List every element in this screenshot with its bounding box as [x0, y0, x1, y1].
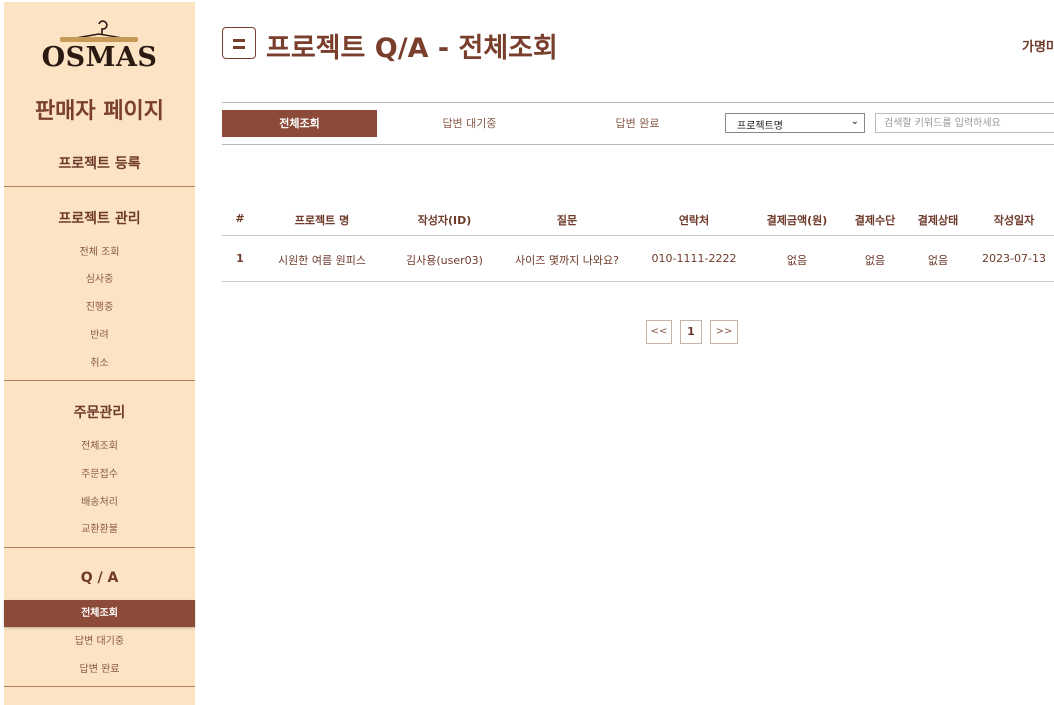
sidebar-item-project-all[interactable]: 전체 조회 [4, 239, 195, 266]
cell-author: 김사용(user03) [406, 254, 483, 267]
divider [222, 281, 1054, 282]
column-header: 연락처 [678, 214, 710, 227]
search-type-value: 프로젝트명 [737, 121, 783, 132]
column-header: 결제상태 [917, 214, 959, 227]
cell-question[interactable]: 사이즈 몇까지 나와요? [502, 252, 632, 268]
menu-icon [233, 39, 245, 42]
sidebar-item-order-received[interactable]: 주문접수 [4, 461, 195, 488]
pagination-page-button[interactable]: 1 [680, 320, 702, 344]
cell-project-name[interactable]: 시원한 여름 원피스 [262, 252, 382, 268]
menu-icon [233, 46, 245, 49]
column-header: 결제금액(원) [766, 214, 828, 227]
sidebar-order-mgmt-heading: 주문관리 [73, 405, 126, 421]
divider [222, 144, 1054, 145]
divider [4, 380, 195, 381]
search-input[interactable] [875, 113, 1054, 133]
cell-payment-status: 없음 [927, 254, 949, 267]
column-header: 질문 [556, 214, 578, 227]
divider [4, 186, 195, 187]
column-header: 결제수단 [854, 214, 896, 227]
sidebar: OSMAS 판매자 페이지 프로젝트 등록 프로젝트 관리 전체 조회 심사중 … [4, 2, 195, 705]
sidebar-item-qa-done[interactable]: 답변 완료 [4, 656, 195, 683]
cell-contact: 010-1111-2222 [651, 252, 737, 265]
cell-date: 2023-07-13 [982, 252, 1046, 265]
column-header: # [235, 212, 245, 225]
divider [4, 547, 195, 548]
column-header: 프로젝트 명 [294, 214, 350, 227]
cell-amount: 없음 [786, 254, 808, 267]
sidebar-item-order-all[interactable]: 전체조회 [4, 433, 195, 460]
divider [222, 102, 1054, 103]
sidebar-item-order-shipping[interactable]: 배송처리 [4, 489, 195, 516]
search-type-select[interactable]: 프로젝트명 ⌄ [725, 113, 865, 133]
logo-text: OSMAS [41, 42, 158, 73]
pagination-prev-button[interactable]: << [646, 320, 672, 344]
column-header: 작성일자 [993, 214, 1035, 227]
logo[interactable]: OSMAS [4, 20, 195, 78]
divider [4, 686, 195, 687]
chevron-down-icon: ⌄ [850, 116, 859, 127]
sidebar-item-qa-waiting[interactable]: 답변 대기중 [4, 628, 195, 655]
pagination-next-button[interactable]: >> [710, 320, 738, 344]
brand-title: 판매자 페이지 [34, 99, 165, 124]
sidebar-register-link[interactable]: 프로젝트 등록 [4, 153, 195, 173]
sidebar-item-qa-all[interactable]: 전체조회 [4, 600, 195, 627]
tab-waiting[interactable]: 답변 대기중 [392, 110, 547, 137]
column-header: 작성자(ID) [417, 214, 472, 227]
sidebar-item-project-review[interactable]: 심사중 [4, 266, 195, 293]
cell-payment-method: 없음 [864, 254, 886, 267]
page-title: 프로젝트 Q/A - 전체조회 [266, 33, 558, 64]
divider [222, 235, 1054, 236]
sidebar-item-project-progress[interactable]: 진행중 [4, 294, 195, 321]
tab-done[interactable]: 답변 완료 [560, 110, 715, 137]
sidebar-project-mgmt-heading: 프로젝트 관리 [58, 211, 141, 227]
tab-all[interactable]: 전체조회 [222, 110, 377, 137]
user-name[interactable]: 가명미 [1022, 36, 1054, 55]
sidebar-item-order-refund[interactable]: 교환환불 [4, 516, 195, 543]
cell-index: 1 [236, 252, 244, 265]
sidebar-item-project-cancel[interactable]: 취소 [4, 350, 195, 377]
sidebar-qa-heading: Q / A [80, 570, 119, 586]
sidebar-item-project-rejected[interactable]: 반려 [4, 322, 195, 349]
menu-toggle-button[interactable] [222, 27, 256, 59]
